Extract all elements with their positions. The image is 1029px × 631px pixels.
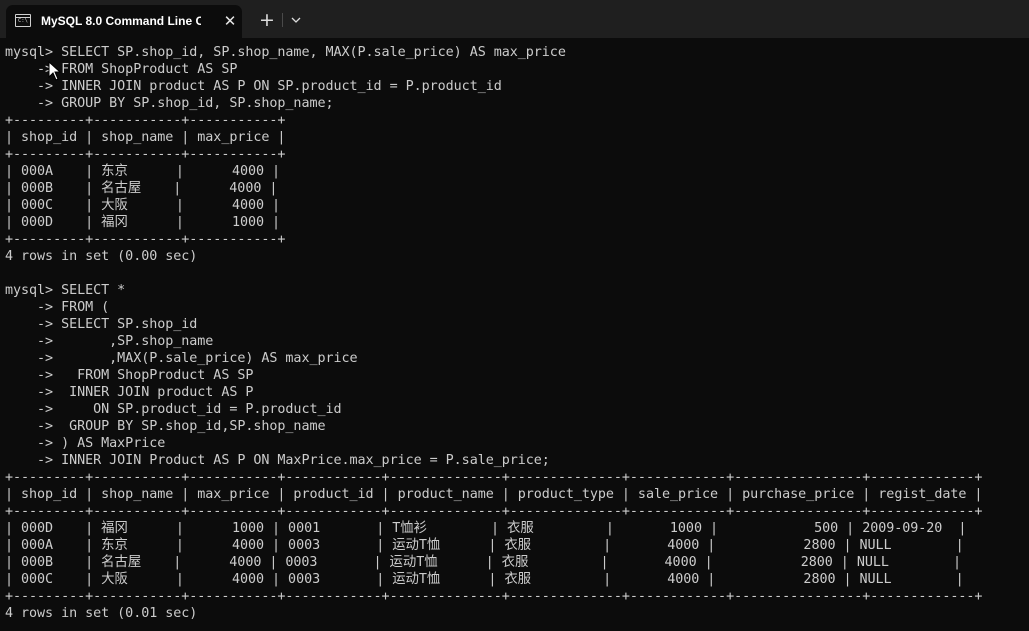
terminal-line: +---------+-----------+-----------+ [5,147,286,162]
tab-title: MySQL 8.0 Command Line Cli [41,14,201,28]
terminal-line: +---------+-----------+-----------+-----… [5,589,983,604]
terminal-line: 4 rows in set (0.01 sec) [5,606,198,621]
terminal-line: | 000D | 福冈 | 1000 | 0001 | T恤衫 | 衣服 | 1… [5,521,967,536]
terminal-line: 4 rows in set (0.00 sec) [5,249,198,264]
terminal-line: -> ,SP.shop_name [5,334,214,349]
terminal-line: mysql> SELECT * [5,283,126,298]
title-bar: C:\ MySQL 8.0 Command Line Cli ✕ + [0,0,1029,38]
terminal-line: -> ,MAX(P.sale_price) AS max_price [5,351,358,366]
terminal-tab[interactable]: C:\ MySQL 8.0 Command Line Cli ✕ [6,5,242,38]
titlebar-divider [282,13,283,27]
terminal-line: -> INNER JOIN product AS P ON SP.product… [5,79,502,94]
terminal-line: | 000B | 名古屋 | 4000 | [5,181,278,196]
terminal-icon: C:\ [15,14,31,27]
mouse-cursor-icon [48,61,62,81]
terminal-line: mysql> SELECT SP.shop_id, SP.shop_name, … [5,45,566,60]
terminal-line: +---------+-----------+-----------+-----… [5,504,983,519]
terminal-line: -> SELECT SP.shop_id [5,317,198,332]
terminal-line: -> ) AS MaxPrice [5,436,166,451]
terminal-line: | 000D | 福冈 | 1000 | [5,215,281,230]
terminal-line: | 000C | 大阪 | 4000 | [5,198,281,213]
terminal-line: -> GROUP BY SP.shop_id,SP.shop_name [5,419,326,434]
terminal-line: | shop_id | shop_name | max_price | [5,130,286,145]
terminal-line: -> GROUP BY SP.shop_id, SP.shop_name; [5,96,334,111]
terminal-line: | 000C | 大阪 | 4000 | 0003 | 运动T恤 | 衣服 | … [5,572,964,587]
terminal-line: -> INNER JOIN product AS P [5,385,254,400]
close-tab-icon[interactable]: ✕ [220,11,240,31]
new-tab-button[interactable]: + [256,9,278,31]
terminal-line: -> FROM ShopProduct AS SP [5,368,254,383]
terminal-line: -> ON SP.product_id = P.product_id [5,402,342,417]
terminal-line: +---------+-----------+-----------+ [5,113,286,128]
terminal-line: +---------+-----------+-----------+-----… [5,470,983,485]
terminal-line: | shop_id | shop_name | max_price | prod… [5,487,983,502]
terminal-line: | 000B | 名古屋 | 4000 | 0003 | 运动T恤 | 衣服 |… [5,555,961,570]
terminal-line: +---------+-----------+-----------+ [5,232,286,247]
terminal-line: -> FROM ( [5,300,110,315]
terminal-line: | 000A | 东京 | 4000 | [5,164,281,179]
terminal-line: -> FROM ShopProduct AS SP [5,62,238,77]
terminal-line: | 000A | 东京 | 4000 | 0003 | 运动T恤 | 衣服 | … [5,538,964,553]
chevron-down-icon[interactable] [288,9,304,31]
terminal-output[interactable]: mysql> SELECT SP.shop_id, SP.shop_name, … [5,44,1029,631]
terminal-line: -> INNER JOIN Product AS P ON MaxPrice.m… [5,453,550,468]
